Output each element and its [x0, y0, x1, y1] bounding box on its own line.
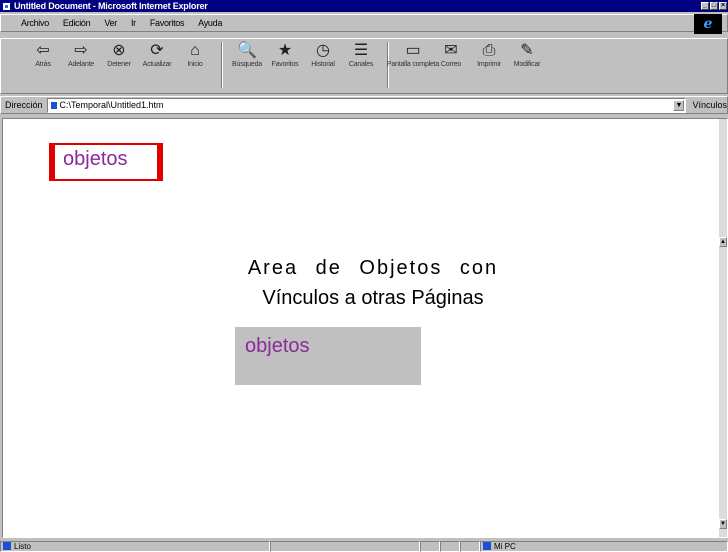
favorites-button[interactable]: ★ Favoritos [267, 39, 303, 69]
forward-arrow-icon: ⇨ [74, 42, 88, 59]
favorites-label: Favoritos [271, 61, 299, 68]
stop-label: Detener [107, 61, 131, 68]
status-progress-panel [270, 540, 420, 552]
refresh-icon: ⟳ [150, 42, 164, 59]
stop-button[interactable]: ⊗ Detener [101, 39, 137, 69]
heading-line-1: Area de Objetos con [247, 257, 499, 279]
toolbar-separator [221, 42, 223, 88]
address-bar: Dirección C:\Temporal\Untitled1.htm ▼ Ví… [0, 96, 728, 114]
status-text: Listo [14, 541, 31, 551]
channels-label: Canales [348, 61, 374, 68]
window-controls: _ □ × [701, 2, 727, 10]
status-panel [420, 540, 440, 552]
scroll-up-arrow-icon[interactable]: ▲ [719, 237, 727, 247]
search-button[interactable]: 🔍 Búsqueda [229, 39, 265, 69]
title-bar: Untitled Document - Microsoft Internet E… [0, 0, 728, 12]
address-input[interactable]: C:\Temporal\Untitled1.htm ▼ [46, 97, 687, 113]
menu-bar: Archivo Edición Ver Ir Favoritos Ayuda [0, 14, 728, 32]
address-label: Dirección [5, 100, 43, 110]
computer-zone-icon [483, 542, 491, 550]
refresh-label: Actualizar [142, 61, 172, 68]
maximize-button[interactable]: □ [710, 2, 718, 10]
mail-label: Correo [440, 61, 462, 68]
history-button[interactable]: ◷ Historial [305, 39, 341, 69]
fullscreen-icon: ▭ [405, 42, 421, 59]
objects-link-box[interactable]: objetos [235, 327, 421, 385]
history-icon: ◷ [316, 42, 330, 59]
objects-heading: Area de Objetos con Vínculos a otras Pág… [218, 253, 528, 313]
status-bar: Listo Mi PC [0, 540, 728, 552]
page-icon [49, 100, 58, 110]
search-label: Búsqueda [232, 61, 262, 68]
stop-icon: ⊗ [112, 42, 126, 59]
print-icon: ⎙ [482, 42, 496, 59]
status-panel [440, 540, 460, 552]
vertical-scrollbar[interactable]: ▲ ▼ [719, 119, 727, 537]
forward-button[interactable]: ⇨ Adelante [63, 39, 99, 69]
back-label: Atrás [35, 61, 51, 68]
menu-edicion[interactable]: Edición [63, 18, 91, 28]
home-button[interactable]: ⌂ Inicio [177, 39, 213, 69]
print-button[interactable]: ⎙ Imprimir [471, 39, 507, 69]
fullscreen-button[interactable]: ▭ Pantalla completa [387, 39, 439, 69]
page-status-icon [3, 542, 11, 550]
mail-icon: ✉ [444, 42, 458, 59]
heading-line-2: Vínculos a otras Páginas [262, 287, 484, 309]
search-icon: 🔍 [237, 42, 257, 59]
status-text-panel: Listo [0, 540, 270, 552]
mail-button[interactable]: ✉ Correo [433, 39, 469, 69]
menu-favoritos[interactable]: Favoritos [150, 18, 185, 28]
window-title: Untitled Document - Microsoft Internet E… [14, 1, 208, 11]
channels-icon: ☰ [353, 42, 369, 59]
back-button[interactable]: ⇦ Atrás [25, 39, 61, 69]
status-panel [460, 540, 480, 552]
page-viewport: objetos Area de Objetos con Vínculos a o… [2, 118, 728, 538]
home-icon: ⌂ [190, 42, 200, 59]
status-zone-panel: Mi PC [480, 540, 728, 552]
ie-app-icon [2, 1, 11, 11]
edit-button[interactable]: ✎ Modificar [509, 39, 545, 69]
minimize-button[interactable]: _ [701, 2, 709, 10]
scroll-down-arrow-icon[interactable]: ▼ [719, 519, 727, 529]
address-value: C:\Temporal\Untitled1.htm [59, 100, 164, 110]
fullscreen-label: Pantalla completa [386, 61, 440, 68]
status-zone: Mi PC [494, 541, 516, 551]
menu-ver[interactable]: Ver [104, 18, 117, 28]
history-label: Historial [311, 61, 335, 68]
links-button[interactable]: Vínculos [688, 100, 727, 110]
refresh-button[interactable]: ⟳ Actualizar [139, 39, 175, 69]
top-objects-link[interactable]: objetos [49, 143, 163, 181]
menu-ir[interactable]: Ir [131, 18, 136, 28]
channels-button[interactable]: ☰ Canales [343, 39, 379, 69]
edit-label: Modificar [513, 61, 541, 68]
close-button[interactable]: × [719, 2, 727, 10]
address-dropdown-button[interactable]: ▼ [673, 99, 685, 111]
back-arrow-icon: ⇦ [36, 42, 50, 59]
toolbar: ⇦ Atrás ⇨ Adelante ⊗ Detener ⟳ Actualiza… [0, 38, 728, 94]
print-label: Imprimir [477, 61, 501, 68]
menu-ayuda[interactable]: Ayuda [198, 18, 222, 28]
edit-icon: ✎ [520, 42, 534, 59]
menu-archivo[interactable]: Archivo [21, 18, 49, 28]
ie-logo-icon: e [694, 14, 722, 34]
forward-label: Adelante [67, 61, 95, 68]
home-label: Inicio [187, 61, 203, 68]
favorites-icon: ★ [277, 42, 293, 59]
